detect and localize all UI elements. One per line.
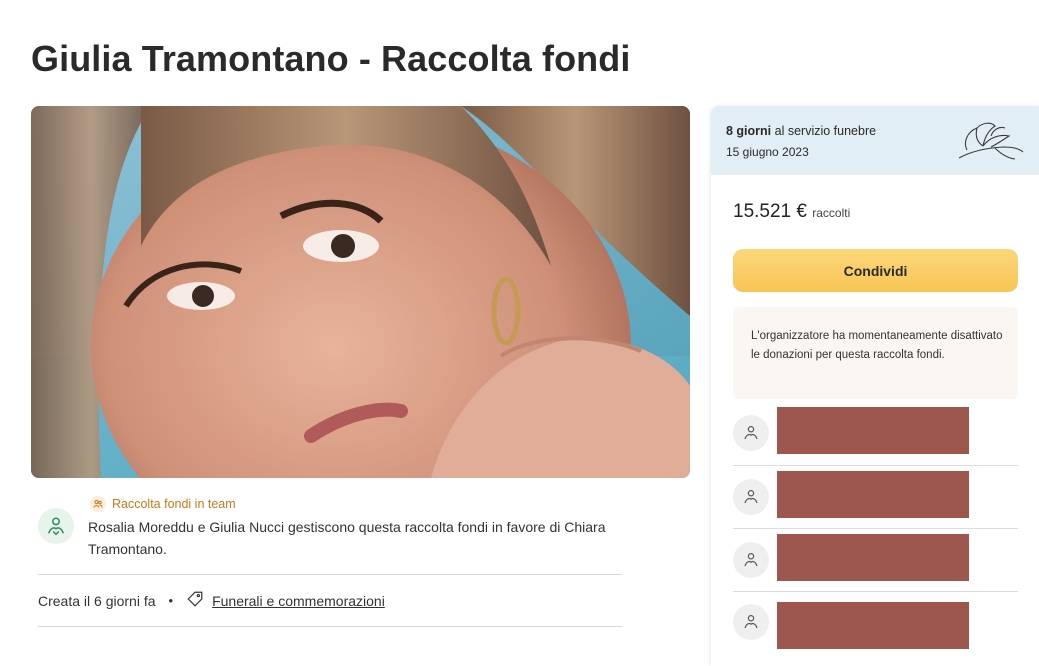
redacted-donor — [777, 602, 969, 649]
people-icon — [90, 496, 106, 512]
funeral-date: 15 giugno 2023 — [726, 145, 809, 159]
donations-disabled-notice: L'organizzatore ha momentaneamente disat… — [733, 307, 1018, 399]
fundraiser-meta: Creata il 6 giorni fa • Funerali e comme… — [38, 590, 385, 611]
days-count: 8 giorni — [726, 124, 772, 138]
donor-item — [733, 471, 1018, 535]
created-date: Creata il 6 giorni fa — [38, 592, 156, 609]
category-link[interactable]: Funerali e commemorazioni — [212, 593, 385, 609]
redacted-donor — [777, 407, 969, 454]
team-badge-label: Raccolta fondi in team — [112, 497, 236, 511]
divider — [733, 465, 1018, 466]
heart-hand-icon — [38, 508, 74, 544]
donation-sidebar: 8 giorni al servizio funebre 15 giugno 2… — [711, 106, 1039, 666]
heart-hand-icon — [733, 415, 769, 451]
team-badge: Raccolta fondi in team — [90, 496, 236, 512]
team-organizers: Raccolta fondi in team Rosalia Moreddu e… — [38, 496, 628, 566]
separator: • — [168, 593, 174, 608]
donor-item — [733, 600, 1018, 664]
amount-raised: 15.521 € raccolti — [733, 201, 850, 223]
notice-text: L'organizzatore ha momentaneamente disat… — [751, 330, 1003, 361]
lily-flower-icon — [955, 118, 1025, 169]
share-button[interactable]: Condividi — [733, 249, 1018, 292]
donor-item — [733, 534, 1018, 598]
heart-hand-icon — [733, 604, 769, 640]
redacted-donor — [777, 534, 969, 581]
team-description: Rosalia Moreddu e Giulia Nucci gestiscon… — [88, 519, 606, 557]
fundraiser-cover-photo — [31, 106, 690, 478]
divider — [38, 574, 622, 575]
tag-icon — [186, 590, 204, 611]
amount-value: 15.521 € — [733, 201, 807, 222]
days-label: al servizio funebre — [771, 124, 877, 138]
funeral-countdown: 8 giorni al servizio funebre — [726, 124, 876, 138]
divider — [733, 528, 1018, 529]
donor-item — [733, 407, 1018, 471]
redacted-donor — [777, 471, 969, 518]
amount-suffix: raccolti — [812, 206, 851, 220]
page-title: Giulia Tramontano - Raccolta fondi — [31, 38, 631, 79]
divider — [38, 626, 622, 627]
divider — [733, 591, 1018, 592]
heart-hand-icon — [733, 542, 769, 578]
funeral-banner: 8 giorni al servizio funebre 15 giugno 2… — [711, 106, 1039, 175]
heart-hand-icon — [733, 479, 769, 515]
